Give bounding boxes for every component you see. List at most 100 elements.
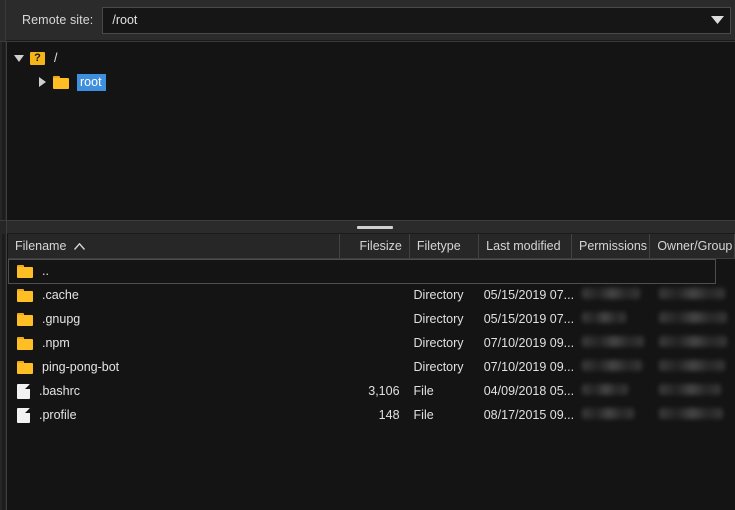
cell-last-modified: 05/15/2019 07... [483, 312, 575, 326]
redacted-owner [659, 336, 728, 347]
tree-node-root-home[interactable]: root [8, 70, 735, 94]
filename-text: .gnupg [42, 312, 81, 326]
table-row[interactable]: .profile 148 File 08/17/2015 09... [8, 403, 735, 427]
cell-owner-group [651, 408, 735, 422]
table-row[interactable]: .cache Directory 05/15/2019 07... [8, 283, 735, 307]
cell-last-modified: 04/09/2018 05... [483, 384, 575, 398]
splitter-left-rail [0, 221, 7, 235]
file-list-rows: .. .cache Directory 05/15/2019 07... .gn… [8, 259, 735, 427]
cell-permissions [574, 360, 651, 374]
cell-filetype: Directory [413, 312, 464, 326]
cell-filetype: File [413, 384, 434, 398]
cell-permissions [574, 408, 651, 422]
filename-text: .cache [42, 288, 79, 302]
redacted-permissions [582, 312, 627, 323]
tree-node-label-selected: root [77, 73, 106, 91]
column-header-owner-group-label: Owner/Group [657, 239, 733, 253]
redacted-owner [659, 360, 726, 371]
pane-splitter[interactable] [0, 220, 735, 235]
list-left-rail [0, 234, 7, 510]
cell-filename[interactable]: .bashrc [8, 383, 337, 399]
redacted-owner [659, 288, 726, 299]
table-row[interactable]: .. [8, 259, 735, 284]
table-row[interactable]: .bashrc 3,106 File 04/09/2018 05... [8, 379, 735, 403]
cell-last-modified: 05/15/2019 07... [483, 288, 575, 302]
cell-filetype: Directory [413, 288, 464, 302]
file-icon [17, 383, 30, 399]
cell-last-modified: 08/17/2015 09... [483, 408, 575, 422]
cell-filename[interactable]: .gnupg [8, 312, 337, 326]
twisty-collapsed-icon[interactable] [31, 77, 53, 87]
cell-permissions [574, 336, 651, 350]
cell-permissions [574, 384, 651, 398]
redacted-permissions [582, 288, 641, 299]
filename-text: .bashrc [39, 384, 80, 398]
table-row[interactable]: .npm Directory 07/10/2019 09... [8, 331, 735, 355]
cell-last-modified: 07/10/2019 09... [483, 336, 575, 350]
folder-icon [17, 336, 33, 350]
table-row[interactable]: ping-pong-bot Directory 07/10/2019 09... [8, 355, 735, 379]
redacted-permissions [582, 384, 629, 395]
column-header-last-modified-label: Last modified [486, 239, 561, 253]
column-header-filesize[interactable]: Filesize [340, 234, 410, 258]
column-header-permissions-label: Permissions [578, 239, 648, 253]
cell-permissions [574, 288, 651, 302]
remote-path-combobox[interactable]: /root [102, 6, 731, 34]
cell-owner-group [651, 336, 735, 350]
cell-filename[interactable]: .npm [8, 336, 337, 350]
twisty-expanded-icon[interactable] [8, 54, 30, 62]
remote-directory-tree[interactable]: ? / root [0, 41, 735, 221]
file-list-header: Filename Filesize Filetype Last modified… [8, 234, 735, 259]
folder-icon [17, 264, 33, 278]
cell-owner-group [651, 384, 735, 398]
column-header-filename-label: Filename [15, 239, 67, 253]
column-header-filesize-label: Filesize [359, 239, 402, 253]
question-folder-icon: ? [30, 51, 50, 65]
filename-text: .profile [39, 408, 77, 422]
column-header-filetype[interactable]: Filetype [410, 234, 480, 258]
redacted-owner [659, 312, 728, 323]
remote-site-bar: Remote site: /root [0, 0, 735, 41]
remote-site-label: Remote site: [22, 13, 94, 27]
cell-filetype: File [413, 408, 434, 422]
cell-filetype: Directory [413, 360, 464, 374]
cell-owner-group [651, 360, 735, 374]
column-header-owner-group[interactable]: Owner/Group [650, 234, 735, 258]
sort-ascending-icon [74, 242, 86, 250]
chevron-down-icon[interactable] [704, 8, 730, 33]
remote-file-list[interactable]: Filename Filesize Filetype Last modified… [0, 234, 735, 510]
cell-filename[interactable]: .. [8, 264, 341, 278]
redacted-permissions [582, 360, 643, 371]
redacted-owner [659, 408, 724, 419]
file-list-empty-area [8, 427, 735, 510]
tree-left-rail [0, 42, 7, 221]
redacted-permissions [582, 408, 635, 419]
folder-icon [17, 312, 33, 326]
cell-filename[interactable]: ping-pong-bot [8, 360, 337, 374]
file-icon [17, 407, 30, 423]
redacted-permissions [582, 336, 645, 347]
cell-last-modified: 07/10/2019 09... [483, 360, 575, 374]
cell-permissions [574, 312, 651, 326]
cell-filetype: Directory [413, 336, 464, 350]
folder-icon [17, 288, 33, 302]
column-header-permissions[interactable]: Permissions [572, 234, 651, 258]
table-row[interactable]: .gnupg Directory 05/15/2019 07... [8, 307, 735, 331]
cell-filename[interactable]: .cache [8, 288, 337, 302]
filename-text: .npm [42, 336, 70, 350]
column-header-last-modified[interactable]: Last modified [479, 234, 572, 258]
tree-node-root-slash[interactable]: ? / [8, 46, 735, 70]
cell-filename[interactable]: .profile [8, 407, 337, 423]
tree-node-label: / [54, 51, 58, 65]
cell-owner-group [651, 288, 735, 302]
column-header-filename[interactable]: Filename [8, 234, 340, 258]
column-header-filetype-label: Filetype [416, 239, 461, 253]
remote-path-value[interactable]: /root [103, 13, 704, 27]
folder-icon [53, 75, 73, 89]
cell-filesize: 3,106 [368, 384, 400, 398]
folder-icon [17, 360, 33, 374]
cell-owner-group [651, 312, 735, 326]
redacted-owner [659, 384, 722, 395]
splitter-grip[interactable] [357, 226, 393, 229]
filename-text: .. [42, 264, 49, 278]
